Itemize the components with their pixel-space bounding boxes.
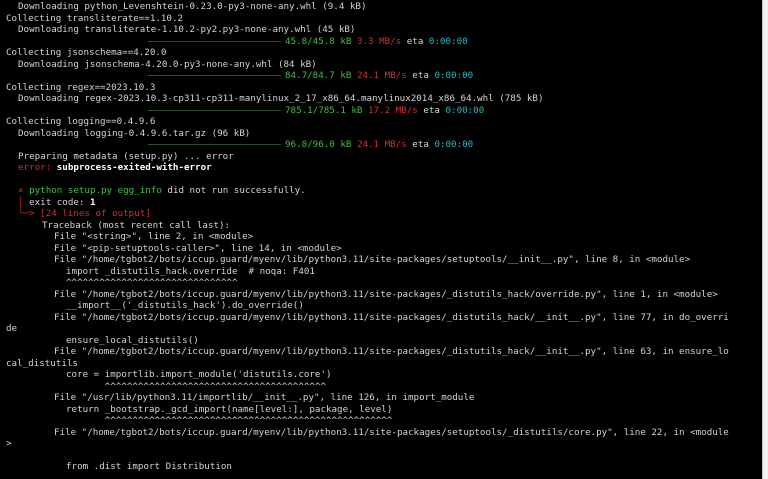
- traceback-line: ensure_local_distutils(): [66, 334, 199, 346]
- exit-code-line: │ exit code: 1: [6, 197, 762, 209]
- terminal-window[interactable]: Downloading python_Levenshtein-0.23.0-py…: [0, 0, 762, 479]
- collecting-line: Collecting jsonschema==4.20.0: [6, 47, 167, 58]
- collecting-line: Collecting logging==0.4.9.6: [6, 116, 156, 127]
- traceback-line: from .dist import Distribution: [66, 461, 232, 472]
- traceback-line: Traceback (most recent call last):: [42, 219, 231, 231]
- progress-bar: [148, 75, 281, 76]
- eta-value: 0:00:00: [434, 139, 474, 150]
- traceback-line: File "/usr/lib/python3.11/importlib/__in…: [54, 392, 475, 403]
- traceback-line: __import__('_distutils_hack').do_overrid…: [66, 300, 304, 311]
- collecting-line: Collecting transliterate==1.10.2: [6, 12, 184, 24]
- downloading-line: Downloading python_Levenshtein-0.23.0-py…: [18, 1, 367, 12]
- eta-value: 0:00:00: [434, 70, 474, 81]
- traceback-line: >: [6, 438, 12, 449]
- traceback-line: de: [6, 323, 18, 334]
- collecting-line: Collecting regex==2023.10.3: [6, 81, 156, 93]
- progress-line: 785.1/785.1 kB 17.2 MB/s eta 0:00:00: [6, 105, 762, 117]
- error-cross-icon: ×: [18, 185, 24, 196]
- progress-line: 96.0/96.0 kB 24.1 MB/s eta 0:00:00: [6, 139, 762, 151]
- downloading-line: Downloading logging-0.4.9.6.tar.gz (96 k…: [18, 127, 251, 139]
- downloading-line: Downloading regex-2023.10.3-cp311-cp311-…: [18, 93, 544, 104]
- output-line-count: [24 lines of output]: [40, 208, 151, 219]
- progress-size: 96.0/96.0 kB: [285, 139, 352, 150]
- output-marker-line: ╰─> [24 lines of output]: [6, 208, 762, 220]
- traceback-line: ^^^^^^^^^^^^^^^^^^^^^^^^^^^^^^^^^^^^^^^^: [66, 380, 326, 392]
- eta-value: 0:00:00: [445, 104, 485, 116]
- error-prefix: error:: [18, 162, 52, 173]
- exit-code: 1: [89, 196, 96, 208]
- eta-value: 0:00:00: [428, 35, 468, 47]
- command-line: × python setup.py egg_info did not run s…: [6, 185, 762, 197]
- traceback-line: ^^^^^^^^^^^^^^^^^^^^^^^^^^^^^^^^^^^^^^^^…: [66, 415, 393, 426]
- traceback-line: File "/home/tgbot2/bots/iccup.guard/myen…: [54, 426, 729, 438]
- progress-line: 84.7/84.7 kB 24.1 MB/s eta 0:00:00: [6, 70, 762, 82]
- downloading-line: Downloading jsonschema-4.20.0-py3-none-a…: [18, 58, 317, 70]
- progress-speed: 17.2 MB/s: [368, 104, 418, 116]
- traceback-line: core = importlib.import_module('distutil…: [66, 369, 332, 380]
- progress-bar: [148, 144, 281, 145]
- failed-command: python setup.py egg_info: [29, 185, 162, 196]
- traceback-line: import _distutils_hack.override # noqa: …: [66, 265, 315, 277]
- eta-label: eta: [406, 35, 424, 47]
- progress-speed: 24.1 MB/s: [356, 139, 407, 150]
- traceback-line: ^^^^^^^^^^^^^^^^^^^^^^^^^^^^^^^: [66, 277, 238, 288]
- traceback-line: File "/home/tgbot2/bots/iccup.guard/myen…: [54, 346, 729, 357]
- progress-line: 45.8/45.8 kB 3.3 MB/s eta 0:00:00: [6, 36, 762, 48]
- arrow-marker: ╰─>: [18, 208, 35, 219]
- error-line: error: subprocess-exited-with-error: [6, 162, 762, 174]
- downloading-line: Downloading transliterate-1.10.2-py2.py3…: [18, 24, 356, 35]
- progress-size: 785.1/785.1 kB: [285, 104, 363, 116]
- progress-size: 45.8/45.8 kB: [285, 35, 352, 47]
- metadata-line: Preparing metadata (setup.py) ... error: [18, 150, 234, 162]
- eta-label: eta: [412, 70, 429, 81]
- progress-speed: 3.3 MB/s: [356, 35, 402, 47]
- error-name: subprocess-exited-with-error: [56, 162, 212, 173]
- progress-bar: [148, 40, 281, 42]
- traceback-line: File "/home/tgbot2/bots/iccup.guard/myen…: [54, 311, 729, 323]
- traceback-line: [6, 450, 762, 462]
- traceback-line: return _bootstrap._gcd_import(name[level…: [66, 403, 393, 415]
- exit-label: exit code:: [29, 196, 85, 208]
- scrollbar[interactable]: [762, 0, 768, 479]
- traceback-line: File "<string>", line 2, in <module>: [54, 231, 254, 242]
- traceback-line: File "/home/tgbot2/bots/iccup.guard/myen…: [54, 288, 718, 300]
- progress-speed: 24.1 MB/s: [356, 70, 407, 81]
- traceback-line: File "<pip-setuptools-caller>", line 14,…: [54, 242, 342, 254]
- traceback-line: File "/home/tgbot2/bots/iccup.guard/myen…: [54, 254, 691, 265]
- progress-bar: [148, 109, 281, 111]
- progress-size: 84.7/84.7 kB: [285, 70, 352, 81]
- eta-label: eta: [412, 139, 429, 150]
- traceback-line: cal_distutils: [6, 357, 78, 369]
- command-status: did not run successfully.: [167, 185, 306, 196]
- terminal-output: Downloading python_Levenshtein-0.23.0-py…: [6, 1, 762, 473]
- eta-label: eta: [423, 104, 440, 116]
- pipe-glyph: │: [18, 196, 24, 208]
